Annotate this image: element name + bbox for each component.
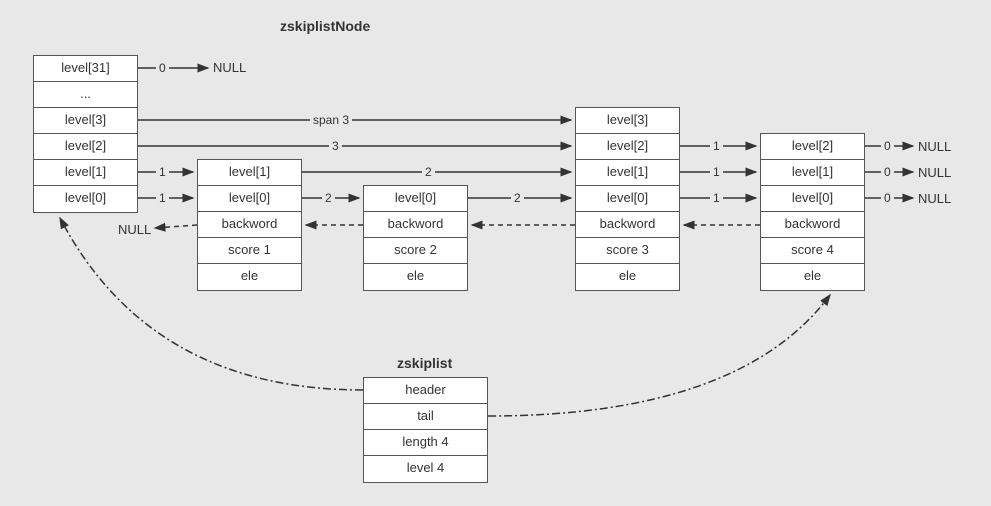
zskiplist-tail: tail — [364, 404, 487, 430]
span-n4-l1: 0 — [881, 165, 894, 179]
header-cell-level31: level[31] — [34, 56, 137, 82]
node1-ele: ele — [198, 264, 301, 290]
node3-ele: ele — [576, 264, 679, 290]
node2-ele: ele — [364, 264, 467, 290]
node2-score: score 2 — [364, 238, 467, 264]
span-h-l0: 1 — [156, 191, 169, 205]
span-h-l1: 1 — [156, 165, 169, 179]
node4-ele: ele — [761, 264, 864, 290]
node1-score: score 1 — [198, 238, 301, 264]
zskiplist-length: length 4 — [364, 430, 487, 456]
null-n4-l2: NULL — [918, 139, 951, 154]
span-n4-l0: 0 — [881, 191, 894, 205]
title-zskiplist: zskiplist — [397, 355, 452, 371]
null-header-l31: NULL — [213, 60, 246, 75]
node1-level0: level[0] — [198, 186, 301, 212]
header-cell-level2: level[2] — [34, 134, 137, 160]
node3-level2: level[2] — [576, 134, 679, 160]
span-n3-l0: 1 — [710, 191, 723, 205]
span-n3-l1: 1 — [710, 165, 723, 179]
node1-backword: backword — [198, 212, 301, 238]
node3: level[3] level[2] level[1] level[0] back… — [575, 107, 680, 291]
header-cell-level3: level[3] — [34, 108, 137, 134]
header-cell-ellipsis: ... — [34, 82, 137, 108]
node4: level[2] level[1] level[0] backword scor… — [760, 133, 865, 291]
null-n4-l1: NULL — [918, 165, 951, 180]
title-zskiplistnode: zskiplistNode — [280, 18, 370, 34]
header-node: level[31] ... level[3] level[2] level[1]… — [33, 55, 138, 213]
node4-backword: backword — [761, 212, 864, 238]
node3-level3: level[3] — [576, 108, 679, 134]
node2: level[0] backword score 2 ele — [363, 185, 468, 291]
zskiplist-box: header tail length 4 level 4 — [363, 377, 488, 483]
span-n1-l0: 2 — [322, 191, 335, 205]
span-h-l2: 3 — [329, 139, 342, 153]
node2-backword: backword — [364, 212, 467, 238]
node2-level0: level[0] — [364, 186, 467, 212]
node3-score: score 3 — [576, 238, 679, 264]
span-n3-l2: 1 — [710, 139, 723, 153]
node3-backword: backword — [576, 212, 679, 238]
header-cell-level0: level[0] — [34, 186, 137, 212]
node4-level0: level[0] — [761, 186, 864, 212]
node1-level1: level[1] — [198, 160, 301, 186]
span-n2-l0: 2 — [511, 191, 524, 205]
span-h-l3: span 3 — [310, 113, 352, 127]
node4-level2: level[2] — [761, 134, 864, 160]
node3-level1: level[1] — [576, 160, 679, 186]
node3-level0: level[0] — [576, 186, 679, 212]
span-n4-l2: 0 — [881, 139, 894, 153]
zskiplist-header: header — [364, 378, 487, 404]
node4-level1: level[1] — [761, 160, 864, 186]
node1: level[1] level[0] backword score 1 ele — [197, 159, 302, 291]
span-h-l31: 0 — [156, 61, 169, 75]
node4-score: score 4 — [761, 238, 864, 264]
null-backword-n1: NULL — [118, 222, 151, 237]
null-n4-l0: NULL — [918, 191, 951, 206]
zskiplist-level: level 4 — [364, 456, 487, 482]
span-n1-l1: 2 — [422, 165, 435, 179]
header-cell-level1: level[1] — [34, 160, 137, 186]
